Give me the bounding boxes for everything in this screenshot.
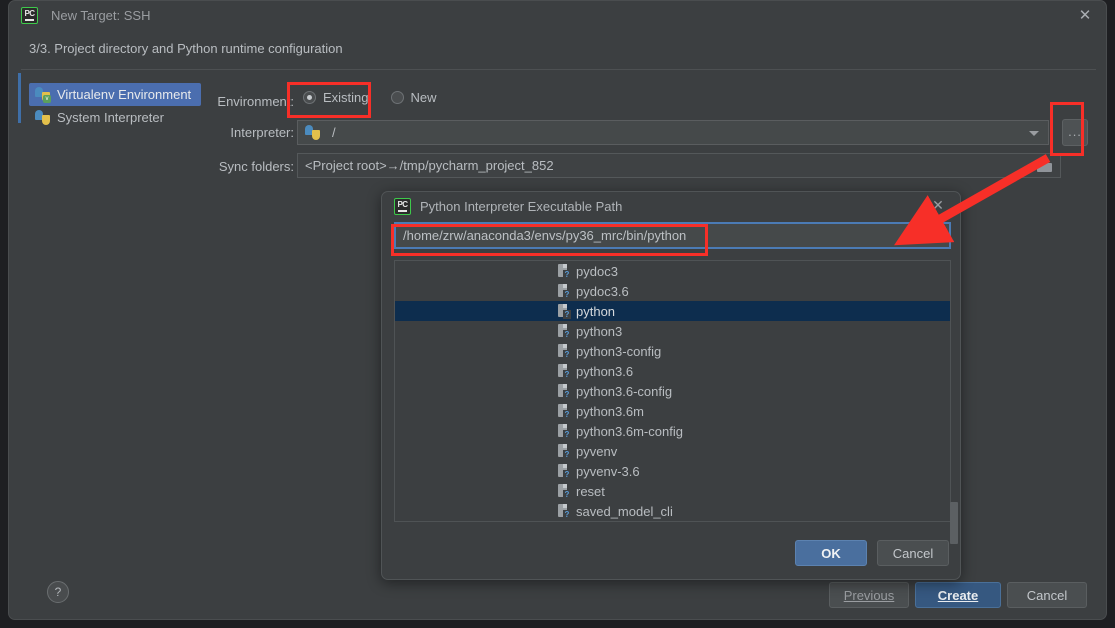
executable-file-icon: ? xyxy=(557,264,570,278)
interpreter-combobox[interactable]: / xyxy=(297,120,1049,145)
sidebar-item-system-interpreter[interactable]: System Interpreter xyxy=(29,106,201,129)
executable-file-icon: ? xyxy=(557,484,570,498)
radio-new[interactable]: New xyxy=(391,90,437,105)
chevron-down-icon[interactable] xyxy=(1029,131,1039,136)
sync-folders-field[interactable]: <Project root>→/tmp/pycharm_project_852 xyxy=(297,153,1061,178)
sync-folders-label: Sync folders: xyxy=(189,159,294,174)
radio-existing-label: Existing xyxy=(323,90,369,105)
executable-list[interactable]: ? pydoc3? pydoc3.6? python? python3? python3-… xyxy=(394,260,951,522)
vertical-scrollbar[interactable] xyxy=(950,502,958,544)
executable-file-icon: ? xyxy=(557,464,570,478)
list-item-label: pyvenv xyxy=(576,444,617,459)
list-item[interactable]: ? python xyxy=(395,301,950,321)
radio-existing[interactable]: Existing xyxy=(303,90,369,105)
executable-file-icon: ? xyxy=(557,444,570,458)
list-item[interactable]: ? python3.6 xyxy=(395,361,950,381)
list-item[interactable]: ? pyvenv xyxy=(395,441,950,461)
radio-new-label: New xyxy=(411,90,437,105)
list-item-label: python xyxy=(576,304,615,319)
previous-button[interactable]: Previous xyxy=(829,582,909,608)
python-icon xyxy=(35,110,50,125)
radio-dot-icon xyxy=(303,91,316,104)
create-button-label: Create xyxy=(938,588,978,603)
executable-file-icon: ? xyxy=(557,424,570,438)
list-item-label: reset xyxy=(576,484,605,499)
radio-dot-icon xyxy=(391,91,404,104)
environment-label: Environment: xyxy=(189,94,294,109)
executable-file-icon: ? xyxy=(557,504,570,518)
sync-folders-value: <Project root>→/tmp/pycharm_project_852 xyxy=(305,158,554,173)
create-button[interactable]: Create xyxy=(915,582,1001,608)
interpreter-label: Interpreter: xyxy=(189,125,294,140)
list-item[interactable]: ? python3.6-config xyxy=(395,381,950,401)
list-item[interactable]: ? pydoc3 xyxy=(395,261,950,281)
list-item-label: pyvenv-3.6 xyxy=(576,464,640,479)
step-description: 3/3. Project directory and Python runtim… xyxy=(29,41,343,56)
path-input-value: /home/zrw/anaconda3/envs/py36_mrc/bin/py… xyxy=(403,228,686,243)
browse-interpreter-button[interactable]: ... xyxy=(1062,119,1088,146)
list-item[interactable]: ? pyvenv-3.6 xyxy=(395,461,950,481)
sidebar-item-virtualenv-environment[interactable]: v Virtualenv Environment xyxy=(29,83,201,106)
python-interpreter-executable-path-dialog: PC Python Interpreter Executable Path ✕ … xyxy=(381,191,961,580)
previous-button-label: Previous xyxy=(844,588,895,603)
sidebar-item-label: Virtualenv Environment xyxy=(57,87,191,102)
ok-button[interactable]: OK xyxy=(795,540,867,566)
executable-file-icon: ? xyxy=(557,284,570,298)
close-icon[interactable]: ✕ xyxy=(930,197,946,213)
list-item[interactable]: ? python3.6m xyxy=(395,401,950,421)
list-item-label: python3-config xyxy=(576,344,661,359)
wizard-title: New Target: SSH xyxy=(51,8,150,23)
screen: PC New Target: SSH ✕ 3/3. Project direct… xyxy=(0,0,1115,628)
help-button[interactable]: ? xyxy=(47,581,69,603)
list-item-label: python3.6m xyxy=(576,404,644,419)
list-item-label: pydoc3 xyxy=(576,264,618,279)
pycharm-icon: PC xyxy=(394,198,411,215)
list-item[interactable]: ? reset xyxy=(395,481,950,501)
list-item[interactable]: ?sqlite3 xyxy=(395,521,950,522)
executable-file-icon: ? xyxy=(557,304,570,318)
interpreter-value: / xyxy=(332,125,336,140)
path-input[interactable]: /home/zrw/anaconda3/envs/py36_mrc/bin/py… xyxy=(394,222,951,249)
list-item[interactable]: ? pydoc3.6 xyxy=(395,281,950,301)
environment-radio-group: Existing New xyxy=(303,90,459,105)
list-item-label: python3.6 xyxy=(576,364,633,379)
python-venv-icon: v xyxy=(35,87,50,102)
executable-file-icon: ? xyxy=(557,404,570,418)
environment-type-list: v Virtualenv Environment System Interpre… xyxy=(29,83,201,129)
python-icon xyxy=(305,125,320,140)
close-icon[interactable]: ✕ xyxy=(1076,7,1094,25)
modal-title: Python Interpreter Executable Path xyxy=(420,199,622,214)
cancel-button[interactable]: Cancel xyxy=(877,540,949,566)
executable-file-icon: ? xyxy=(557,364,570,378)
list-item-label: python3.6-config xyxy=(576,384,672,399)
selection-accent-bar xyxy=(18,73,21,123)
list-item-label: pydoc3.6 xyxy=(576,284,629,299)
list-item-label: python3 xyxy=(576,324,622,339)
folder-icon[interactable] xyxy=(1037,160,1052,172)
sidebar-item-label: System Interpreter xyxy=(57,110,164,125)
executable-file-icon: ? xyxy=(557,324,570,338)
list-item[interactable]: ? python3 xyxy=(395,321,950,341)
executable-file-icon: ? xyxy=(557,344,570,358)
list-item[interactable]: ? python3-config xyxy=(395,341,950,361)
divider xyxy=(21,69,1096,70)
list-item-label: saved_model_cli xyxy=(576,504,673,519)
wizard-titlebar: PC New Target: SSH ✕ xyxy=(9,1,1106,31)
list-item-label: python3.6m-config xyxy=(576,424,683,439)
cancel-button[interactable]: Cancel xyxy=(1007,582,1087,608)
list-item[interactable]: ? saved_model_cli xyxy=(395,501,950,521)
list-item[interactable]: ? python3.6m-config xyxy=(395,421,950,441)
executable-file-icon: ? xyxy=(557,384,570,398)
pycharm-icon: PC xyxy=(21,7,38,24)
